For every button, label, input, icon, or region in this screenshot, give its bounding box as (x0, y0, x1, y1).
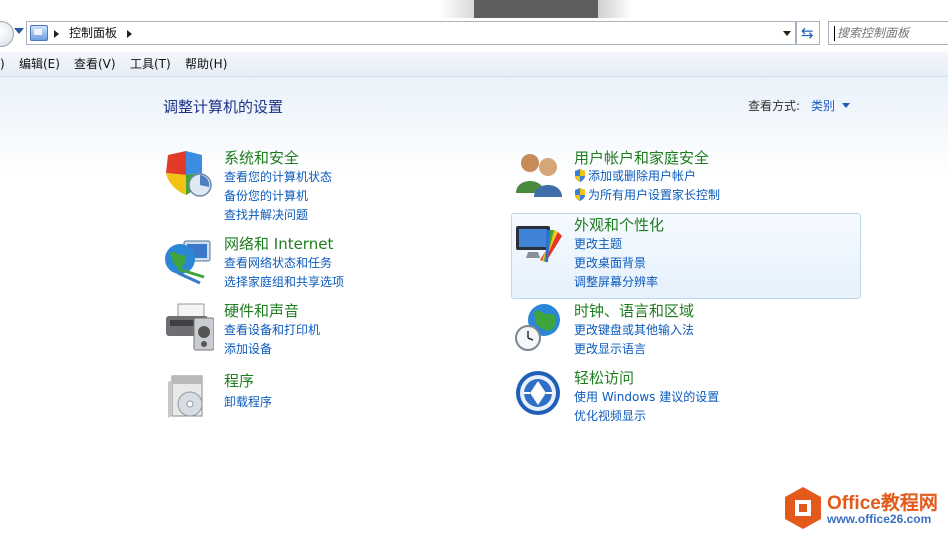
link-change-desktop-background[interactable]: 更改桌面背景 (574, 255, 646, 271)
category-title-clock-region[interactable]: 时钟、语言和区域 (574, 302, 694, 320)
category-title-user-accounts[interactable]: 用户帐户和家庭安全 (574, 149, 709, 167)
watermark-title: Office教程网 (827, 493, 938, 514)
programs-box-icon[interactable] (164, 372, 214, 422)
uac-shield-icon (575, 169, 585, 182)
link-parental-controls[interactable]: 为所有用户设置家长控制 (588, 187, 720, 203)
link-change-theme[interactable]: 更改主题 (574, 236, 622, 252)
category-title-network[interactable]: 网络和 Internet (224, 235, 333, 253)
address-dropdown-icon[interactable] (783, 31, 791, 36)
appearance-palette-icon[interactable] (514, 216, 564, 266)
page-title: 调整计算机的设置 (163, 98, 284, 116)
refresh-button[interactable]: ⇆ (796, 21, 820, 45)
search-input[interactable] (837, 26, 947, 40)
refresh-icon: ⇆ (801, 24, 814, 42)
chevron-down-icon[interactable] (842, 103, 850, 108)
clock-globe-icon[interactable] (514, 302, 564, 352)
link-add-remove-accounts[interactable]: 添加或删除用户帐户 (588, 168, 696, 184)
category-title-system-security[interactable]: 系统和安全 (224, 149, 299, 167)
view-by-dropdown[interactable]: 类别 (811, 97, 835, 114)
network-globe-icon[interactable] (164, 235, 214, 285)
link-add-device[interactable]: 添加设备 (224, 341, 272, 357)
shield-icon[interactable] (164, 149, 214, 199)
menu-bar: ) 编辑(E) 查看(V) 工具(T) 帮助(H) (0, 52, 948, 77)
menu-view[interactable]: 查看(V) (74, 56, 116, 72)
uac-shield-icon (575, 188, 585, 201)
link-view-computer-status[interactable]: 查看您的计算机状态 (224, 169, 332, 185)
main-content: 调整计算机的设置 查看方式: 类别 系统和安全 查看您的计算机状态 备份您的计算… (0, 77, 948, 534)
back-button[interactable] (0, 21, 14, 47)
link-change-display-language[interactable]: 更改显示语言 (574, 341, 646, 357)
link-optimize-visual-display[interactable]: 优化视频显示 (574, 408, 646, 424)
watermark: Office教程网 www.office26.com (783, 486, 943, 530)
link-network-status[interactable]: 查看网络状态和任务 (224, 255, 332, 271)
title-bar-shade-right (598, 0, 632, 18)
category-title-ease-access[interactable]: 轻松访问 (574, 369, 634, 387)
link-backup-computer[interactable]: 备份您的计算机 (224, 188, 308, 204)
category-title-programs[interactable]: 程序 (224, 372, 254, 390)
menu-file[interactable]: ) (0, 56, 5, 72)
watermark-url: www.office26.com (827, 512, 932, 526)
recent-pages-dropdown-icon[interactable] (14, 28, 24, 34)
link-adjust-resolution[interactable]: 调整屏幕分辨率 (574, 274, 658, 290)
link-troubleshoot[interactable]: 查找并解决问题 (224, 207, 308, 223)
printer-icon[interactable] (164, 302, 214, 352)
category-title-hardware[interactable]: 硬件和声音 (224, 302, 299, 320)
link-use-windows-recommended[interactable]: 使用 Windows 建议的设置 (574, 389, 719, 405)
menu-tools[interactable]: 工具(T) (130, 56, 171, 72)
link-homegroup-sharing[interactable]: 选择家庭组和共享选项 (224, 274, 344, 290)
link-uninstall-program[interactable]: 卸载程序 (224, 394, 272, 410)
address-bar[interactable]: 控制面板 (26, 21, 796, 45)
title-bar-dark-region (474, 0, 598, 18)
office-logo-icon (785, 487, 821, 529)
search-box[interactable] (828, 21, 948, 45)
text-caret (834, 26, 835, 41)
title-bar-shade (440, 0, 474, 18)
navigation-bar: 控制面板 ⇆ (0, 18, 948, 50)
breadcrumb-arrow-icon[interactable] (127, 30, 132, 38)
breadcrumb-control-panel[interactable]: 控制面板 (69, 25, 117, 41)
users-icon[interactable] (514, 149, 564, 199)
view-by-label: 查看方式: (748, 99, 801, 113)
menu-help[interactable]: 帮助(H) (185, 56, 227, 72)
menu-edit[interactable]: 编辑(E) (19, 56, 60, 72)
link-change-keyboard[interactable]: 更改键盘或其他输入法 (574, 322, 694, 338)
title-bar (0, 0, 948, 18)
breadcrumb-arrow-icon[interactable] (54, 30, 59, 38)
category-title-appearance[interactable]: 外观和个性化 (574, 216, 664, 234)
link-devices-printers[interactable]: 查看设备和打印机 (224, 322, 320, 338)
control-panel-icon (30, 25, 48, 41)
ease-of-access-icon[interactable] (514, 369, 564, 419)
